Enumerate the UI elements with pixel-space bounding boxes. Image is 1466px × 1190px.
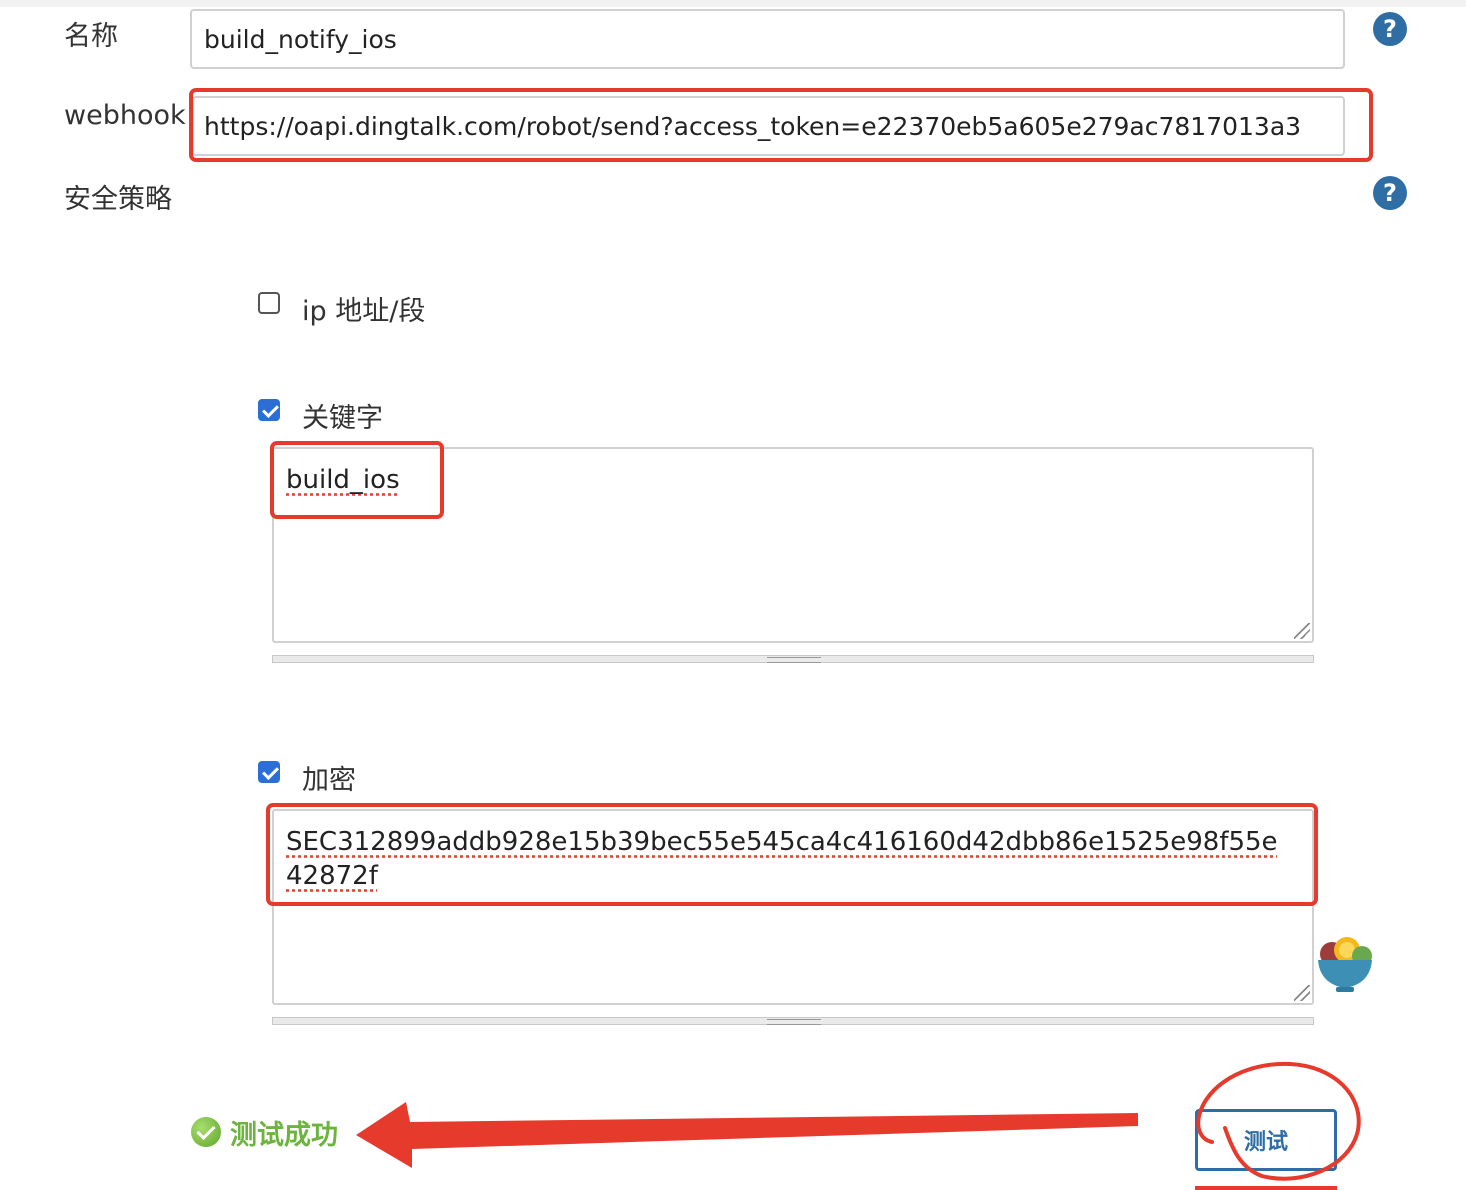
ip-checkbox-label: ip 地址/段 (302, 296, 426, 327)
secret-highlight-box (266, 803, 1318, 906)
encrypt-checkbox-label: 加密 (302, 765, 356, 796)
security-label: 安全策略 (64, 184, 172, 215)
keyword-drag-bar[interactable] (272, 655, 1314, 663)
ip-checkbox[interactable] (258, 292, 280, 314)
name-help-icon[interactable]: ? (1373, 12, 1407, 46)
name-input[interactable] (190, 9, 1345, 69)
security-help-icon[interactable]: ? (1373, 176, 1407, 210)
encrypt-resize-handle[interactable] (1294, 985, 1310, 1001)
test-status-text: 测试成功 (230, 1120, 338, 1151)
keyword-drag-handle (767, 657, 821, 663)
webhook-label: webhook (64, 100, 186, 131)
encrypt-drag-bar[interactable] (272, 1017, 1314, 1025)
success-icon (191, 1117, 221, 1147)
keyword-checkbox-label: 关键字 (302, 403, 383, 434)
test-button[interactable]: 测试 (1195, 1109, 1337, 1171)
name-label: 名称 (64, 21, 118, 52)
keyword-checkbox[interactable] (258, 399, 280, 421)
webhook-highlight-box (189, 88, 1373, 162)
keyword-resize-handle[interactable] (1294, 623, 1310, 639)
top-border (0, 0, 1466, 7)
fruit-bowl-icon (1318, 937, 1372, 992)
keyword-highlight-box (270, 441, 444, 519)
next-button-edge (1195, 1186, 1337, 1190)
encrypt-checkbox[interactable] (258, 761, 280, 783)
encrypt-drag-handle (767, 1019, 821, 1025)
